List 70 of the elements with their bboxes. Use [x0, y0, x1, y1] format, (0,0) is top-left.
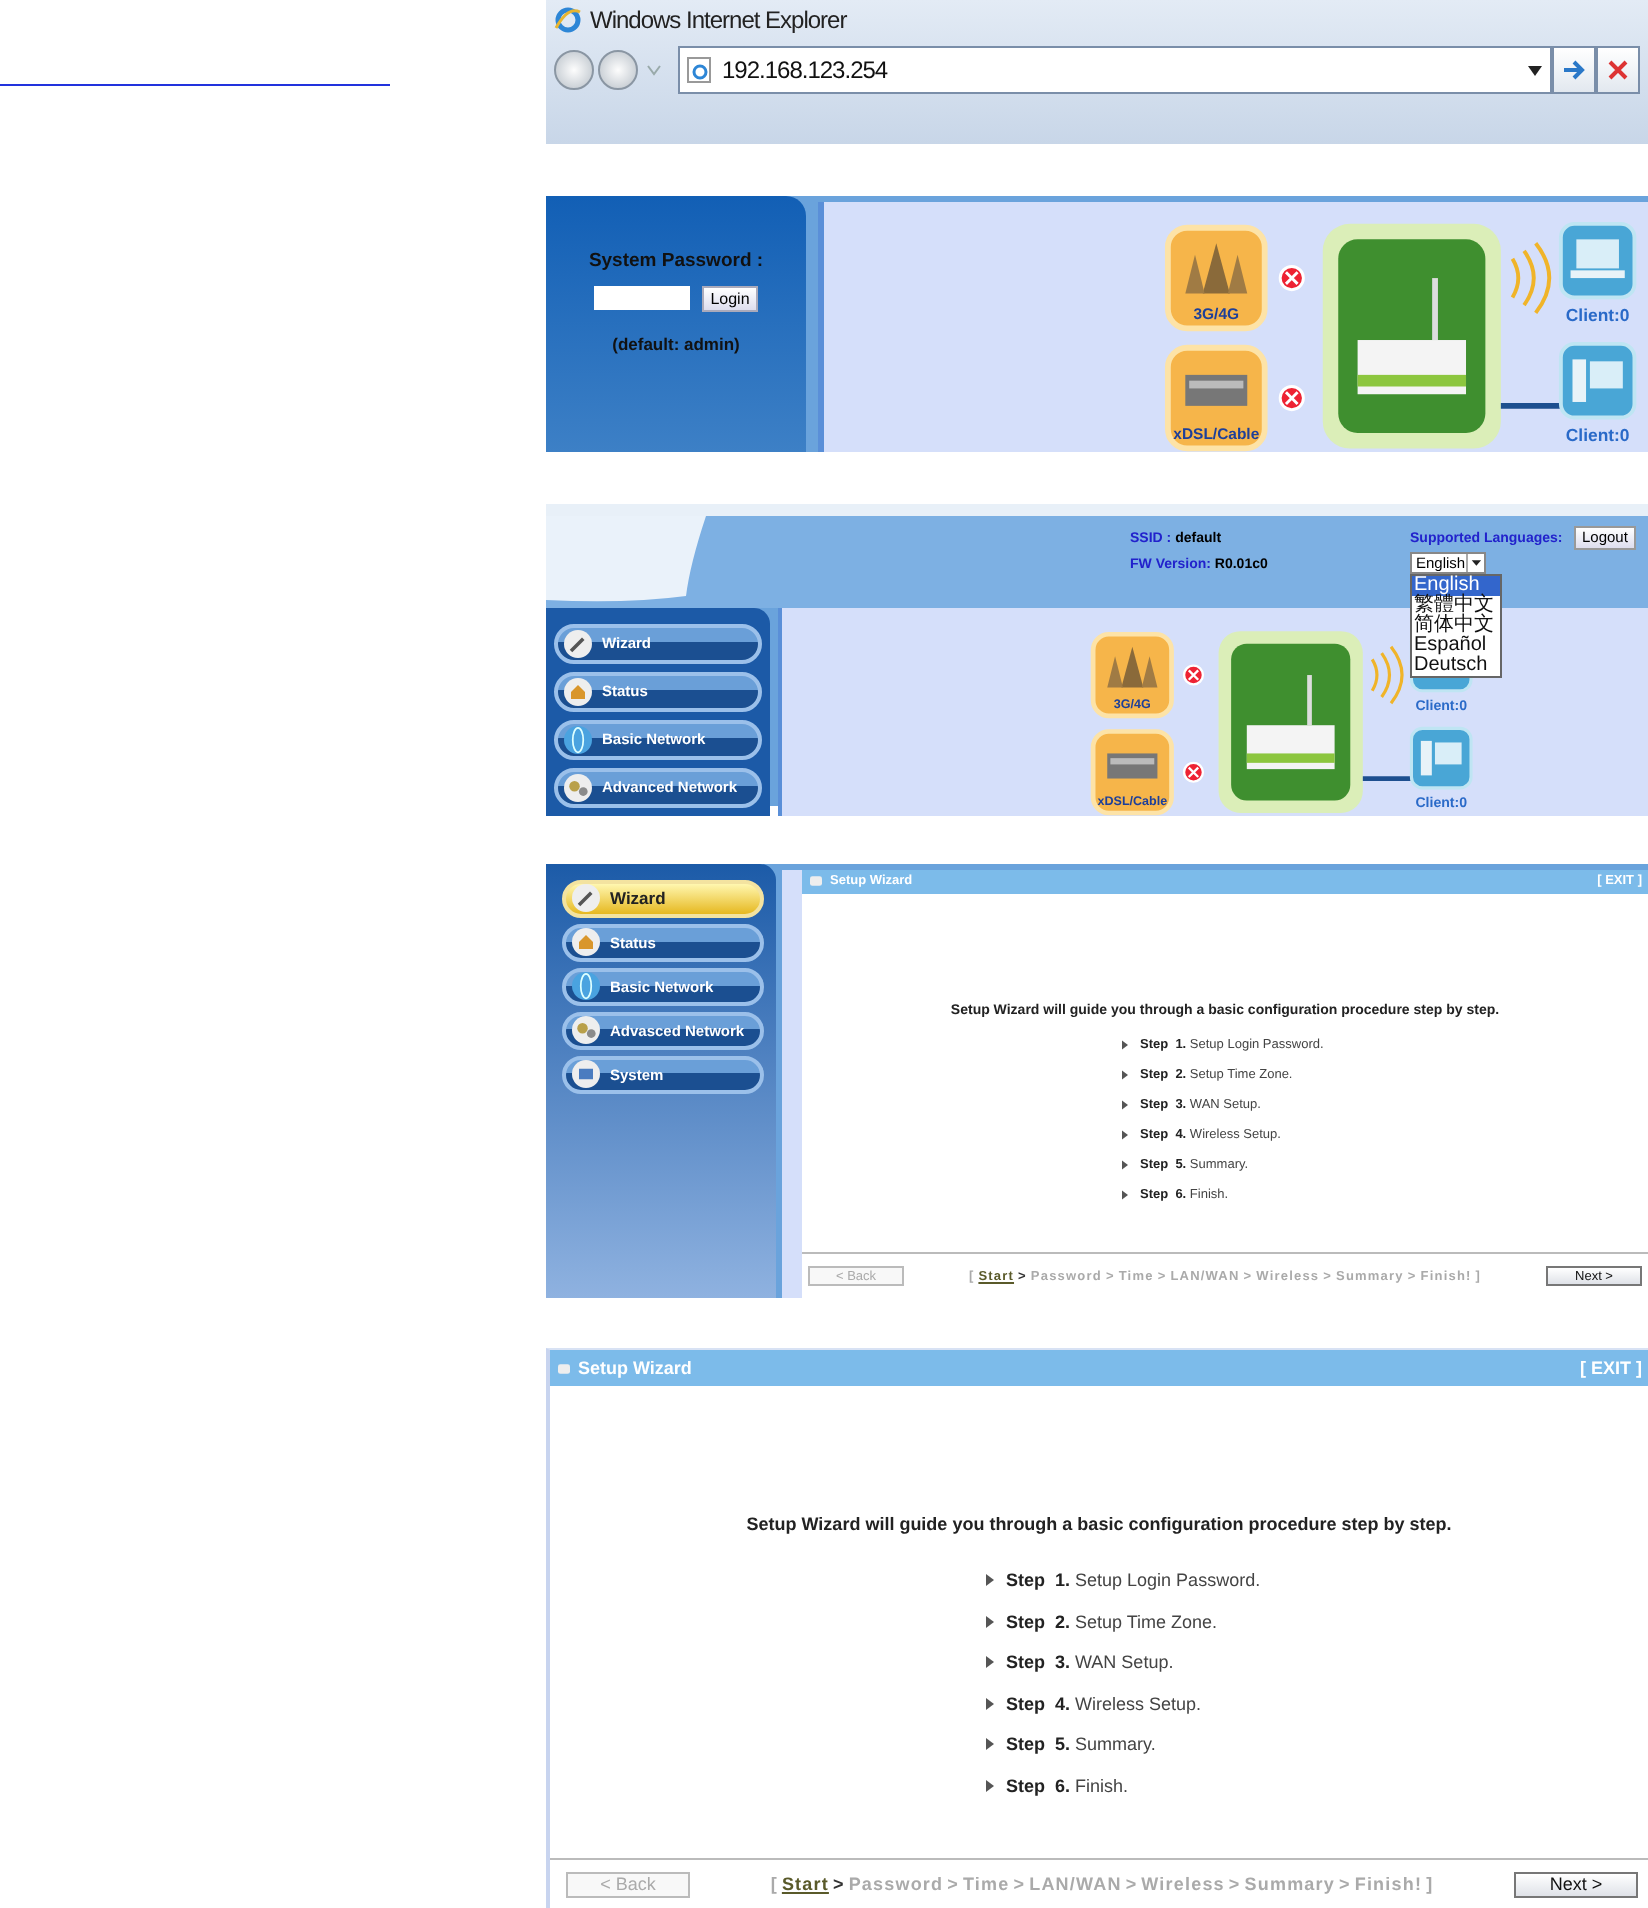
- step-text: Step 3. WAN Setup.: [1006, 1650, 1174, 1675]
- default-password-hint: (default: admin): [612, 333, 740, 354]
- page-icon: [810, 876, 822, 887]
- cable-line: [1361, 775, 1411, 781]
- router-icon: [1322, 223, 1501, 448]
- close-icon: [1606, 58, 1630, 82]
- bullet-icon: [1122, 1069, 1128, 1080]
- globe-icon: [572, 972, 600, 1001]
- monitor-icon: [572, 1060, 600, 1089]
- next-button[interactable]: Next >: [1514, 1871, 1638, 1897]
- wizard-intro: Setup Wizard will guide you through a basic configuration procedure step by step.: [746, 1514, 1452, 1535]
- connection-label: 3G/4G: [1193, 303, 1240, 322]
- tower-icon: [1089, 631, 1173, 718]
- menu-item[interactable]: Wizard: [562, 879, 764, 918]
- language-option[interactable]: Español: [1412, 635, 1500, 656]
- password-label: System Password :: [588, 249, 764, 272]
- bullet-icon: [986, 1615, 994, 1628]
- wizard-title: Setup Wizard: [578, 1358, 694, 1379]
- step-text: Step 6. Finish.: [1006, 1773, 1129, 1798]
- step-text: Step 4. Wireless Setup.: [1006, 1691, 1202, 1716]
- arrow-icon: [1562, 58, 1586, 82]
- language-option[interactable]: 简体中文: [1412, 615, 1500, 636]
- wifi-waves-icon: [1510, 240, 1552, 314]
- house-icon: [572, 928, 600, 957]
- dropdown-icon[interactable]: [1526, 63, 1544, 77]
- bullet-icon: [1122, 1039, 1128, 1050]
- wifi-waves-icon: [1369, 644, 1403, 705]
- language-option[interactable]: English: [1412, 575, 1500, 596]
- window-title: Windows Internet Explorer: [590, 6, 847, 34]
- step-text: Step 5. Summary.: [1006, 1732, 1156, 1757]
- house-icon: [564, 677, 592, 706]
- wand-icon: [572, 884, 600, 913]
- bullet-icon: [986, 1779, 994, 1792]
- bullet-icon: [1122, 1159, 1128, 1170]
- login-button[interactable]: Login: [702, 285, 758, 312]
- globe-icon: [564, 725, 592, 754]
- bullet-icon: [1122, 1099, 1128, 1110]
- laptop-icon: [1558, 221, 1637, 299]
- bullet-icon: [986, 1656, 994, 1669]
- go-button[interactable]: [1552, 46, 1596, 94]
- wand-icon: [564, 629, 592, 658]
- bullet-icon: [1122, 1189, 1128, 1200]
- router-icon: [1217, 630, 1362, 813]
- wizard-progress: [ Start > Password > Time > LAN/WAN > Wireless > Summary > Finish! ]: [768, 1874, 1436, 1894]
- stop-button[interactable]: [1596, 46, 1640, 94]
- tower-icon: [1164, 223, 1268, 331]
- bullet-icon: [986, 1697, 994, 1710]
- bullet-icon: [986, 1738, 994, 1751]
- password-field[interactable]: [594, 286, 691, 311]
- step-text: Step 1. Setup Login Password.: [1006, 1568, 1261, 1593]
- page-icon: [558, 1363, 570, 1374]
- bullet-icon: [1122, 1129, 1128, 1140]
- back-nav-button[interactable]: [554, 50, 594, 90]
- browser-logo-icon: [554, 6, 582, 34]
- address-field[interactable]: 192.168.123.254: [678, 46, 1552, 94]
- language-option[interactable]: Deutsch: [1412, 655, 1500, 676]
- cable-line: [1500, 402, 1561, 408]
- modem-icon: [1089, 728, 1173, 815]
- modem-icon: [1164, 344, 1268, 451]
- forward-nav-button[interactable]: [598, 50, 638, 90]
- client-count: Client:0: [1565, 303, 1630, 324]
- desktop-icon: [1558, 341, 1637, 419]
- bullet-icon: [986, 1574, 994, 1587]
- client-count: Client:0: [1565, 423, 1630, 444]
- page-icon: [686, 56, 714, 84]
- desktop-icon: [1408, 726, 1472, 789]
- caret-icon: [1465, 553, 1484, 572]
- language-option[interactable]: 繁體中文: [1412, 595, 1500, 616]
- connection-label: xDSL/Cable: [1173, 423, 1260, 442]
- step-text: Step 2. Setup Time Zone.: [1006, 1609, 1218, 1634]
